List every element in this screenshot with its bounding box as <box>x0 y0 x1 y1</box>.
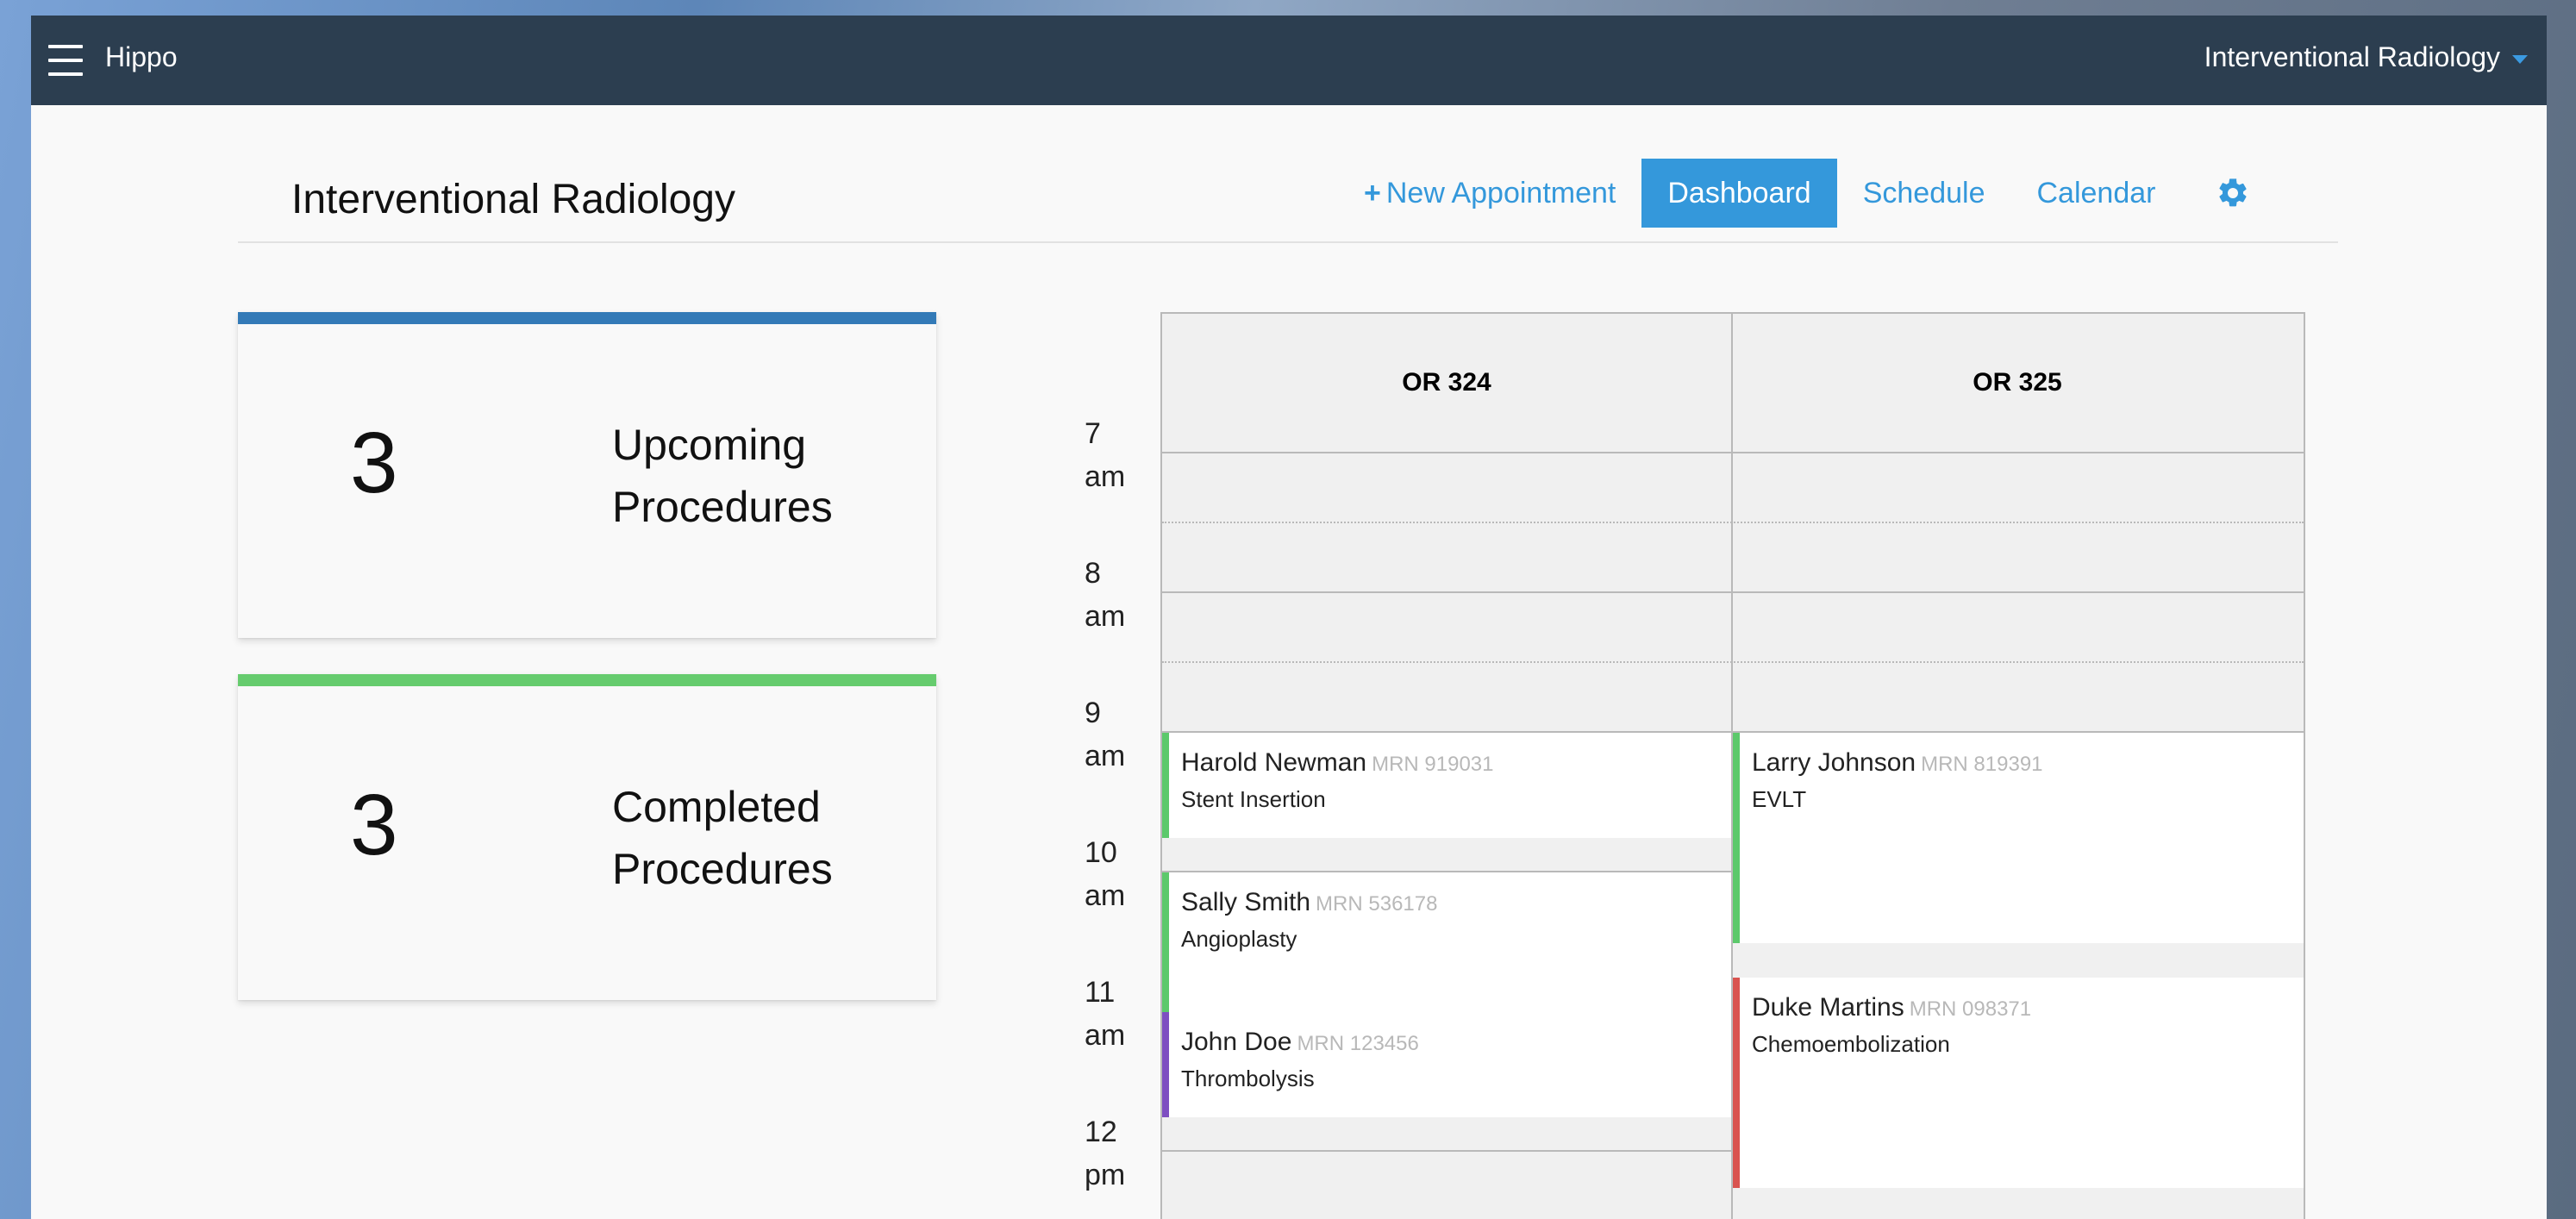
slot-line <box>1162 452 2304 453</box>
department-dropdown-label: Interventional Radiology <box>2204 41 2500 72</box>
patient-mrn: MRN 098371 <box>1909 997 2032 1021</box>
room-header-or-324: OR 324 <box>1162 314 1731 452</box>
slot-line <box>1162 591 2304 593</box>
room-calendar: OR 324 OR 325 Harold Newman MRN 919031 St… <box>1160 312 2305 1219</box>
procedure-name: EVLT <box>1752 786 1807 812</box>
procedure-name: Chemoembolization <box>1752 1031 1950 1057</box>
schedule-tab[interactable]: Schedule <box>1837 159 2011 228</box>
patient-name: Harold Newman <box>1181 748 1367 777</box>
new-appointment-link[interactable]: + New Appointment <box>1338 159 1641 228</box>
appointment-harold-newman[interactable]: Harold Newman MRN 919031 Stent Insertion <box>1162 733 1731 838</box>
completed-label-line1: Completed <box>612 783 821 831</box>
patient-name: John Doe <box>1181 1028 1292 1056</box>
completed-label-line2: Procedures <box>612 845 833 893</box>
new-appointment-label: New Appointment <box>1385 177 1616 209</box>
patient-name: Duke Martins <box>1752 993 1904 1022</box>
procedure-name: Thrombolysis <box>1181 1066 1315 1091</box>
completed-count: 3 <box>350 777 398 873</box>
patient-mrn: MRN 123456 <box>1297 1032 1419 1055</box>
upcoming-procedures-card[interactable]: 3 Upcoming Procedures <box>238 312 936 638</box>
upcoming-label: Upcoming Procedures <box>612 414 833 538</box>
slot-line <box>1162 661 2304 663</box>
upcoming-count: 3 <box>350 415 398 511</box>
page-title: Interventional Radiology <box>291 177 735 222</box>
dashboard-tab[interactable]: Dashboard <box>1641 159 1837 228</box>
time-label: 11 am <box>1085 976 1126 1052</box>
upcoming-card-accent <box>238 312 936 324</box>
room-header-or-325: OR 325 <box>1733 314 2302 452</box>
hamburger-menu-icon[interactable] <box>48 45 83 76</box>
header-divider <box>238 241 2338 243</box>
procedure-name: Stent Insertion <box>1181 786 1326 812</box>
gear-icon[interactable] <box>2216 176 2250 210</box>
upcoming-label-line1: Upcoming <box>612 421 807 469</box>
time-label: 10 am <box>1085 836 1126 912</box>
caret-down-icon <box>2512 54 2528 64</box>
plus-icon: + <box>1364 177 1381 209</box>
calendar-tab[interactable]: Calendar <box>2010 159 2181 228</box>
time-label: 9 am <box>1085 697 1126 772</box>
time-label: 8 am <box>1085 557 1126 633</box>
patient-name: Sally Smith <box>1181 888 1311 916</box>
procedure-name: Angioplasty <box>1181 926 1297 952</box>
completed-card-accent <box>238 674 936 686</box>
time-label: 12 pm <box>1085 1116 1126 1191</box>
appointment-duke-martins[interactable]: Duke Martins MRN 098371 Chemoembolization <box>1733 978 2304 1188</box>
patient-name: Larry Johnson <box>1752 748 1916 777</box>
top-navbar: Hippo Interventional Radiology <box>31 16 2547 105</box>
department-dropdown[interactable]: Interventional Radiology <box>2204 41 2528 73</box>
completed-label: Completed Procedures <box>612 776 833 900</box>
page-nav: + New Appointment Dashboard Schedule Cale… <box>1338 159 2250 228</box>
appointment-john-doe[interactable]: John Doe MRN 123456 Thrombolysis <box>1162 1012 1731 1117</box>
slot-line <box>1162 522 2304 523</box>
appointment-sally-smith[interactable]: Sally Smith MRN 536178 Angioplasty <box>1162 872 1731 1012</box>
patient-mrn: MRN 819391 <box>1921 753 2043 776</box>
brand-name[interactable]: Hippo <box>105 41 178 73</box>
upcoming-label-line2: Procedures <box>612 483 833 531</box>
completed-procedures-card[interactable]: 3 Completed Procedures <box>238 674 936 1000</box>
app-window: Hippo Interventional Radiology Intervent… <box>31 16 2547 1219</box>
patient-mrn: MRN 536178 <box>1316 892 1438 916</box>
patient-mrn: MRN 919031 <box>1372 753 1494 776</box>
time-label: 7 am <box>1085 417 1126 493</box>
appointment-larry-johnson[interactable]: Larry Johnson MRN 819391 EVLT <box>1733 733 2304 943</box>
